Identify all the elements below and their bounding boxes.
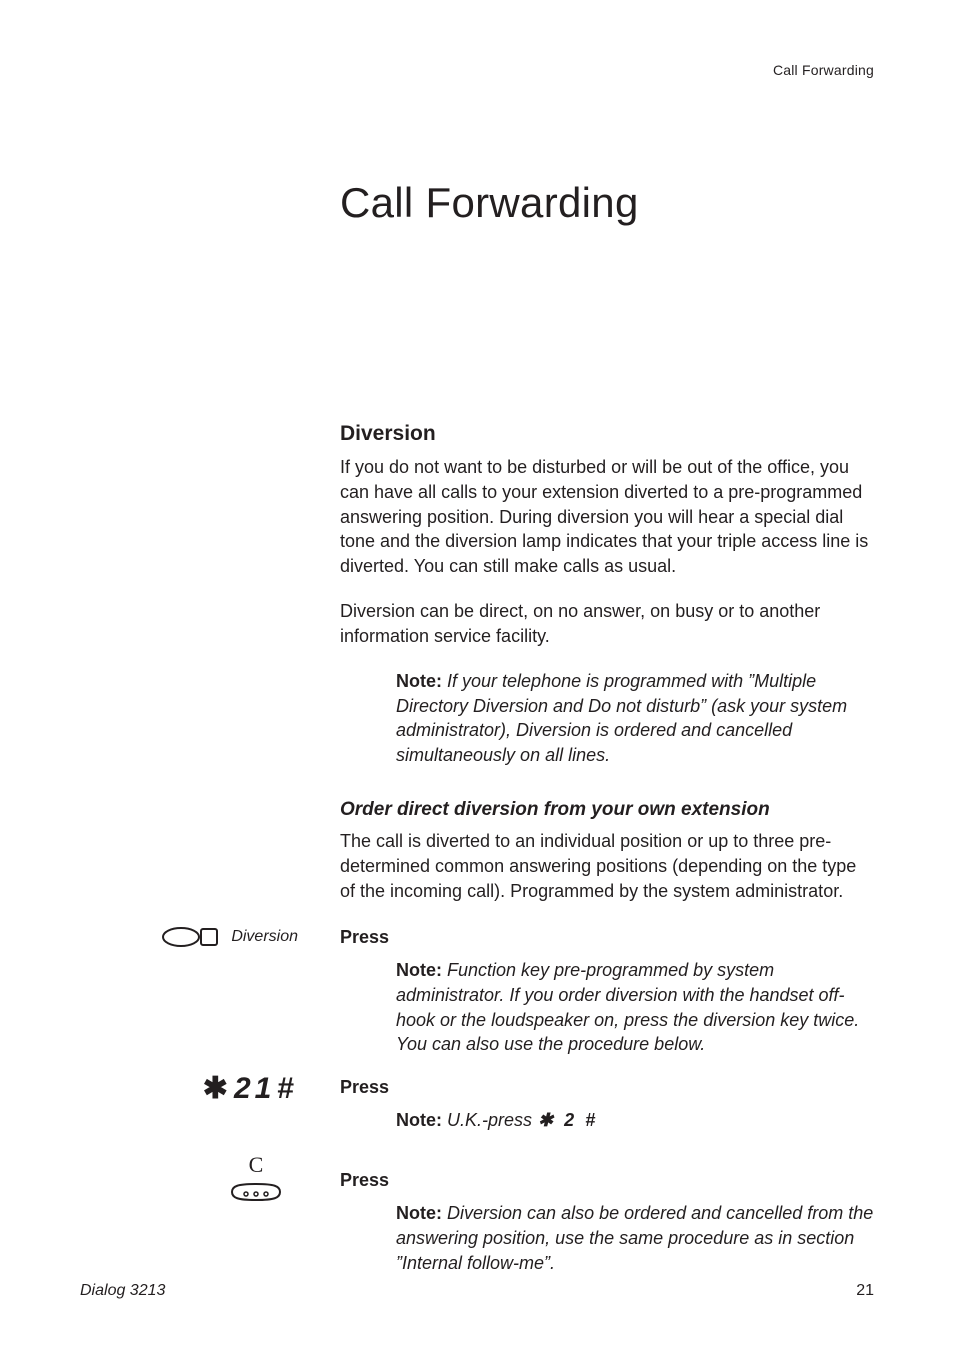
running-header: Call Forwarding (773, 62, 874, 78)
dial-code: ✱ 21 # (203, 1071, 298, 1106)
hash-icon: # (277, 1072, 298, 1106)
cancel-key-icon: C (228, 1152, 284, 1202)
cancel-c-glyph: C (249, 1152, 264, 1178)
press-label: Press (340, 1170, 876, 1191)
paragraph: If you do not want to be disturbed or wi… (340, 455, 876, 579)
star-icon: ✱ (538, 1110, 556, 1130)
note-label: Note: (396, 960, 442, 980)
paragraph: The call is diverted to an individual po… (340, 829, 876, 903)
uk-prefix: U.K.-press (447, 1108, 532, 1133)
note-body: If your telephone is programmed with ”Mu… (396, 671, 847, 765)
note-label: Note: (396, 1203, 442, 1223)
chapter-title: Call Forwarding (340, 179, 639, 227)
note-label: Note: (396, 1110, 442, 1130)
note-block: Note: U.K.-press ✱ 2 # (396, 1108, 876, 1133)
hash-icon: # (585, 1110, 598, 1130)
press-label: Press (340, 1077, 876, 1098)
note-body: Function key pre-programmed by system ad… (396, 960, 859, 1054)
note-body: Diversion can also be ordered and cancel… (396, 1203, 873, 1273)
footer-model: Dialog 3213 (80, 1282, 165, 1300)
press-label: Press (340, 927, 876, 948)
paragraph: Diversion can be direct, on no answer, o… (340, 599, 876, 649)
footer-page-number: 21 (856, 1282, 874, 1300)
function-key-label: Diversion (231, 928, 298, 946)
page: Call Forwarding Call Forwarding Diversio… (0, 0, 954, 1355)
note-body: U.K.-press ✱ 2 # (447, 1108, 598, 1133)
heading-order-direct: Order direct diversion from your own ext… (340, 797, 876, 823)
section-order-direct: Order direct diversion from your own ext… (340, 797, 876, 904)
note-block: Note: Function key pre-programmed by sys… (396, 958, 876, 1057)
note-block: Note: If your telephone is programmed wi… (396, 669, 876, 768)
dial-digits: 2 (564, 1110, 577, 1130)
section-diversion: Diversion If you do not want to be distu… (340, 420, 876, 768)
heading-diversion: Diversion (340, 420, 876, 449)
note-label: Note: (396, 671, 442, 691)
dial-digits: 21 (234, 1072, 275, 1106)
note-block: Note: Diversion can also be ordered and … (396, 1201, 876, 1275)
function-key-icon (161, 925, 219, 949)
star-icon: ✱ (203, 1071, 232, 1106)
